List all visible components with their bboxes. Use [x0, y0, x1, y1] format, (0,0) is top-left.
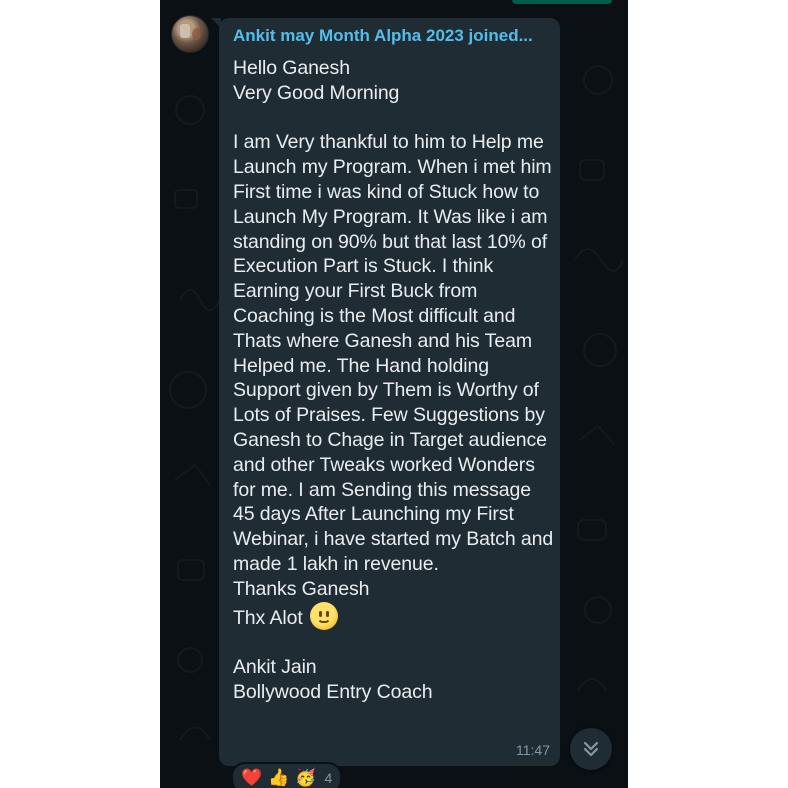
sender-name[interactable]: Ankit may Month Alpha 2023 joined...	[233, 26, 553, 46]
chat-view: Ankit may Month Alpha 2023 joined... Hel…	[160, 0, 628, 788]
smiling-face-emoji-icon	[309, 601, 338, 630]
reaction-count: 4	[324, 770, 333, 786]
message-bubble[interactable]: Ankit may Month Alpha 2023 joined... Hel…	[219, 18, 560, 766]
double-chevron-down-icon	[583, 741, 599, 757]
scroll-to-bottom-button[interactable]	[570, 728, 612, 770]
message-timestamp: 11:47	[516, 742, 550, 758]
party-face-reaction-icon: 🥳	[295, 768, 317, 787]
sender-avatar[interactable]	[171, 15, 209, 53]
message-text: Hello Ganesh Very Good Morning I am Very…	[233, 56, 555, 705]
signature-text: Ankit Jain Bollywood Entry Coach	[233, 656, 433, 703]
heart-reaction-icon: ❤️	[241, 768, 263, 787]
thumbs-up-reaction-icon: 👍	[268, 768, 290, 787]
reactions-bar[interactable]: ❤️ 👍 🥳 4	[231, 762, 343, 788]
message-body: Hello Ganesh Very Good Morning I am Very…	[233, 57, 554, 600]
previous-message-edge	[512, 0, 612, 4]
closing-text: Thx Alot	[233, 606, 303, 629]
